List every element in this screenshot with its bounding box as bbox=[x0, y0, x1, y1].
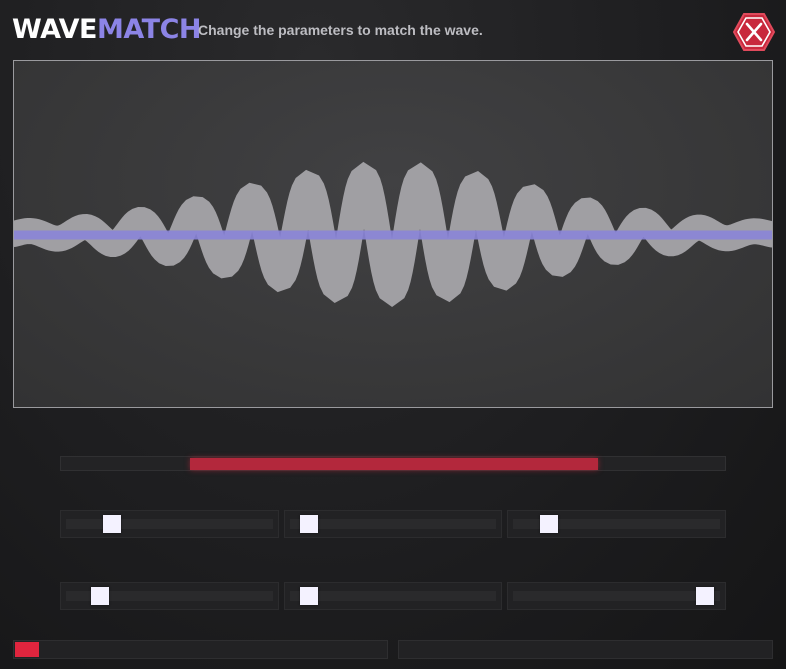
param-slider-1[interactable] bbox=[60, 510, 279, 538]
param-slider-2[interactable] bbox=[284, 510, 502, 538]
slider-thumb[interactable] bbox=[91, 587, 110, 605]
close-x-icon bbox=[732, 13, 776, 51]
title-match: MATCH bbox=[96, 14, 202, 45]
param-slider-3[interactable] bbox=[507, 510, 726, 538]
timer-bar bbox=[60, 456, 726, 471]
wave-canvas bbox=[14, 161, 772, 307]
slider-thumb[interactable] bbox=[299, 515, 318, 533]
slider-thumb[interactable] bbox=[299, 587, 318, 605]
slider-thumb[interactable] bbox=[539, 515, 558, 533]
wave-display bbox=[13, 60, 773, 408]
app-title: WAVEMATCH bbox=[12, 12, 201, 48]
slider-rail bbox=[290, 591, 496, 601]
secondary-progress-bar bbox=[398, 640, 773, 659]
attempt-progress-bar bbox=[13, 640, 388, 659]
slider-rail bbox=[290, 519, 496, 529]
wavematch-window: WAVEMATCH Change the parameters to match… bbox=[0, 0, 786, 669]
slider-thumb[interactable] bbox=[696, 587, 715, 605]
instructions-text: Change the parameters to match the wave. bbox=[198, 22, 483, 38]
slider-rail bbox=[66, 519, 273, 529]
attempt-progress-fill bbox=[15, 642, 40, 657]
param-slider-6[interactable] bbox=[507, 582, 726, 610]
title-wave: WAVE bbox=[12, 14, 97, 45]
slider-thumb[interactable] bbox=[102, 515, 121, 533]
param-slider-4[interactable] bbox=[60, 582, 279, 610]
slider-rail bbox=[513, 591, 720, 601]
close-button[interactable] bbox=[732, 12, 776, 52]
timer-fill bbox=[190, 458, 598, 470]
param-slider-5[interactable] bbox=[284, 582, 502, 610]
